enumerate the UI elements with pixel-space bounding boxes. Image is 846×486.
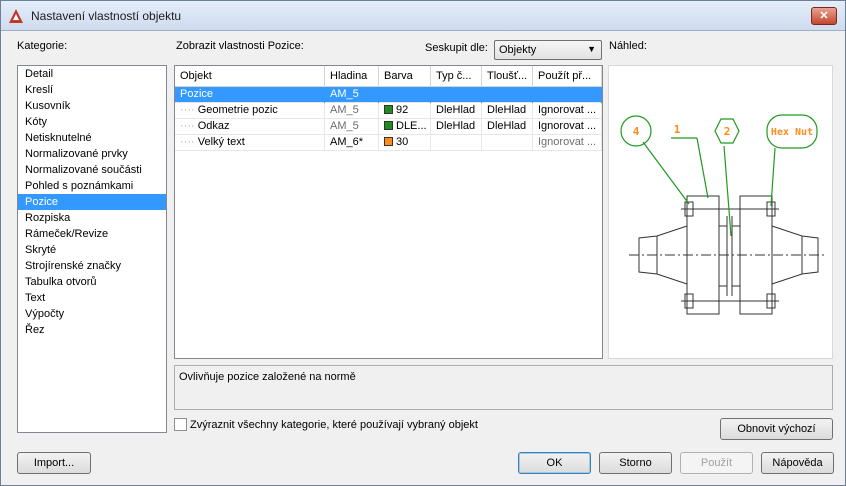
cell-object-text: Odkaz bbox=[197, 120, 230, 132]
balloon-label: Hex Nut bbox=[771, 127, 813, 138]
category-item[interactable]: Kóty bbox=[18, 114, 166, 130]
grid-header: Objekt Hladina Barva Typ č... Tloušť... … bbox=[175, 66, 602, 87]
column-header-color[interactable]: Barva bbox=[379, 66, 431, 87]
cell-color-text: DLE... bbox=[396, 120, 427, 132]
kategorie-label: Kategorie: bbox=[17, 40, 68, 52]
cell-object-text: Geometrie pozic bbox=[197, 104, 278, 116]
cell-lineweight[interactable]: DleHlad bbox=[482, 119, 533, 135]
category-item[interactable]: Normalizované součásti bbox=[18, 162, 166, 178]
cell-linetype[interactable]: DleHlad bbox=[431, 119, 482, 135]
cell-object: ···· Geometrie pozic bbox=[175, 103, 325, 119]
table-row[interactable]: Pozice AM_5 bbox=[175, 87, 602, 103]
cell-color[interactable]: 30 bbox=[379, 135, 431, 151]
balloon-label: 2 bbox=[724, 125, 731, 138]
cell-apply: Ignorovat ... bbox=[533, 135, 602, 151]
table-row[interactable]: ···· Velký text AM_6* 30 Ignorovat ... bbox=[175, 135, 602, 151]
ok-button[interactable]: OK bbox=[518, 452, 591, 474]
cell-lineweight[interactable] bbox=[482, 87, 533, 103]
dialog-window: Nastavení vlastností objektu ✕ Kategorie… bbox=[0, 0, 846, 486]
category-item[interactable]: Normalizované prvky bbox=[18, 146, 166, 162]
cell-color[interactable]: DLE... bbox=[379, 119, 431, 135]
close-icon: ✕ bbox=[819, 10, 829, 22]
cell-layer[interactable]: AM_5 bbox=[325, 103, 379, 119]
cell-color-text: 30 bbox=[396, 136, 409, 148]
category-item[interactable]: Rozpiska bbox=[18, 210, 166, 226]
highlight-categories-checkbox[interactable] bbox=[174, 418, 187, 431]
tree-connector: ···· bbox=[180, 136, 195, 148]
category-list[interactable]: Detail Kreslí Kusovník Kóty Netisknuteln… bbox=[17, 65, 167, 433]
description-text: Ovlivňuje pozice založené na normě bbox=[179, 371, 356, 383]
cell-linetype[interactable]: DleHlad bbox=[431, 103, 482, 119]
cell-apply[interactable] bbox=[533, 87, 602, 103]
cell-apply[interactable]: Ignorovat ... bbox=[533, 103, 602, 119]
category-item[interactable]: Rámeček/Revize bbox=[18, 226, 166, 242]
cell-object: ···· Odkaz bbox=[175, 119, 325, 135]
cell-color-text: 92 bbox=[396, 104, 409, 116]
category-item[interactable]: Detail bbox=[18, 66, 166, 82]
category-item[interactable]: Pohled s poznámkami bbox=[18, 178, 166, 194]
cell-lineweight[interactable]: DleHlad bbox=[482, 103, 533, 119]
tree-connector: ···· bbox=[180, 120, 195, 132]
highlight-categories-label[interactable]: Zvýraznit všechny kategorie, které použí… bbox=[190, 419, 478, 431]
preview-panel: 4 1 2 Hex Nut bbox=[608, 65, 833, 359]
balloon-preview-drawing: 4 1 2 Hex Nut bbox=[620, 114, 825, 315]
group-by-value: Objekty bbox=[499, 44, 537, 56]
color-swatch bbox=[384, 105, 393, 114]
column-header-linetype[interactable]: Typ č... bbox=[431, 66, 482, 87]
group-by-label: Seskupit dle: bbox=[425, 42, 488, 54]
chevron-down-icon: ▼ bbox=[587, 44, 596, 54]
display-properties-label: Zobrazit vlastnosti Pozice: bbox=[176, 40, 304, 52]
color-swatch bbox=[384, 137, 393, 146]
cell-object-text: Velký text bbox=[197, 136, 245, 148]
cancel-button[interactable]: Storno bbox=[599, 452, 672, 474]
balloon-label: 1 bbox=[674, 123, 681, 136]
title-bar[interactable]: Nastavení vlastností objektu ✕ bbox=[1, 1, 845, 31]
description-box: Ovlivňuje pozice založené na normě bbox=[174, 365, 833, 410]
column-header-apply[interactable]: Použít př... bbox=[533, 66, 602, 87]
window-title: Nastavení vlastností objektu bbox=[31, 9, 182, 23]
help-button[interactable]: Nápověda bbox=[761, 452, 834, 474]
category-item-selected[interactable]: Pozice bbox=[18, 194, 166, 210]
category-item[interactable]: Kusovník bbox=[18, 98, 166, 114]
group-by-select[interactable]: Objekty ▼ bbox=[494, 40, 602, 60]
category-item[interactable]: Netisknutelné bbox=[18, 130, 166, 146]
category-item[interactable]: Strojírenské značky bbox=[18, 258, 166, 274]
reset-defaults-button[interactable]: Obnovit výchozí bbox=[720, 418, 833, 440]
color-swatch bbox=[384, 121, 393, 130]
cell-layer[interactable]: AM_6* bbox=[325, 135, 379, 151]
apply-button[interactable]: Použít bbox=[680, 452, 753, 474]
close-button[interactable]: ✕ bbox=[811, 7, 837, 25]
cell-linetype bbox=[431, 135, 482, 151]
tree-connector: ···· bbox=[180, 104, 195, 116]
autocad-app-icon bbox=[7, 7, 25, 25]
cell-color[interactable]: 92 bbox=[379, 103, 431, 119]
import-button[interactable]: Import... bbox=[17, 452, 91, 474]
cell-apply[interactable]: Ignorovat ... bbox=[533, 119, 602, 135]
category-item[interactable]: Tabulka otvorů bbox=[18, 274, 166, 290]
table-row[interactable]: ···· Odkaz AM_5 DLE... DleHlad DleHlad I… bbox=[175, 119, 602, 135]
cell-linetype[interactable] bbox=[431, 87, 482, 103]
cell-lineweight bbox=[482, 135, 533, 151]
balloon-label: 4 bbox=[633, 125, 640, 138]
cell-color[interactable] bbox=[379, 87, 431, 103]
column-header-object[interactable]: Objekt bbox=[175, 66, 325, 87]
column-header-layer[interactable]: Hladina bbox=[325, 66, 379, 87]
category-item[interactable]: Skryté bbox=[18, 242, 166, 258]
cell-object: Pozice bbox=[175, 87, 325, 103]
category-item[interactable]: Kreslí bbox=[18, 82, 166, 98]
category-item[interactable]: Text bbox=[18, 290, 166, 306]
category-item[interactable]: Řez bbox=[18, 322, 166, 338]
category-item[interactable]: Výpočty bbox=[18, 306, 166, 322]
cell-object: ···· Velký text bbox=[175, 135, 325, 151]
cell-layer[interactable]: AM_5 bbox=[325, 87, 379, 103]
column-header-lineweight[interactable]: Tloušť... bbox=[482, 66, 533, 87]
properties-grid: Objekt Hladina Barva Typ č... Tloušť... … bbox=[174, 65, 603, 359]
cell-layer[interactable]: AM_5 bbox=[325, 119, 379, 135]
preview-label: Náhled: bbox=[609, 40, 647, 52]
table-row[interactable]: ···· Geometrie pozic AM_5 92 DleHlad Dle… bbox=[175, 103, 602, 119]
